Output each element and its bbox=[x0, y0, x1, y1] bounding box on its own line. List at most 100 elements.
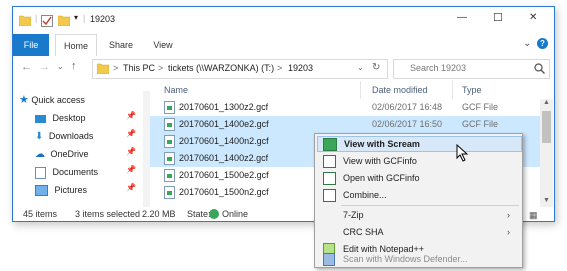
selection-size: 2.20 MB bbox=[142, 209, 176, 219]
cloud-icon: ☁ bbox=[35, 149, 45, 160]
star-icon: ★ bbox=[19, 94, 29, 106]
tab-home[interactable]: Home bbox=[55, 34, 97, 57]
up-button[interactable]: ↑ bbox=[71, 60, 77, 72]
menu-item-crc-sha[interactable]: CRC SHA › bbox=[317, 224, 520, 240]
scream-icon bbox=[323, 138, 337, 151]
sidebar-item-quick-access[interactable]: ★ Quick access bbox=[19, 91, 85, 109]
maximize-button[interactable]: ☐ bbox=[493, 11, 503, 24]
navigation-bar: ← → ⌄ ↑ > This PC > tickets (\\WARZONKA)… bbox=[13, 56, 554, 81]
menu-item-7-zip[interactable]: 7-Zip › bbox=[317, 207, 520, 223]
quick-access-dropdown-icon[interactable]: ▾ bbox=[74, 13, 78, 22]
column-header-type[interactable]: Type bbox=[462, 81, 482, 99]
menu-item-combine[interactable]: Combine... bbox=[317, 187, 520, 203]
pin-icon[interactable]: 📌 bbox=[126, 129, 136, 138]
file-list-scrollbar[interactable]: ▲ ▼ bbox=[540, 99, 553, 207]
minimize-button[interactable]: — bbox=[457, 12, 467, 23]
breadcrumb-tickets-drive[interactable]: tickets (\\WARZONKA) (T:) bbox=[168, 63, 274, 73]
menu-item-view-with-scream[interactable]: View with Scream bbox=[317, 136, 522, 152]
sidebar-item-onedrive[interactable]: ☁ OneDrive bbox=[35, 145, 89, 163]
menu-item-open-with-gcfinfo[interactable]: Open with GCFinfo bbox=[317, 170, 520, 186]
nav-scrollbar[interactable] bbox=[143, 91, 150, 207]
gcf-file-icon bbox=[164, 101, 175, 114]
pin-icon[interactable]: 📌 bbox=[126, 111, 136, 120]
menu-separator bbox=[341, 205, 519, 206]
desktop-icon bbox=[35, 114, 46, 123]
column-header-date-modified[interactable]: Date modified bbox=[372, 81, 428, 99]
file-row-selected[interactable]: 20170601_1400e2.gcf 02/06/2017 16:50 GCF… bbox=[150, 116, 540, 133]
pin-icon[interactable]: 📌 bbox=[126, 165, 136, 174]
large-icons-view-icon[interactable]: ▦ bbox=[529, 208, 538, 221]
properties-icon[interactable] bbox=[41, 15, 53, 27]
sidebar-item-documents[interactable]: Documents bbox=[35, 163, 98, 181]
folder-icon bbox=[19, 15, 31, 26]
scrollbar-thumb[interactable] bbox=[542, 111, 551, 143]
gcfinfo-icon bbox=[323, 155, 336, 168]
download-icon: ⬇ bbox=[35, 131, 44, 142]
sidebar-item-pictures[interactable]: Pictures bbox=[35, 181, 87, 199]
scroll-down-icon[interactable]: ▼ bbox=[543, 197, 550, 204]
sidebar-item-label: OneDrive bbox=[50, 149, 89, 159]
gcf-file-icon bbox=[164, 118, 175, 131]
pin-icon[interactable]: 📌 bbox=[126, 183, 136, 192]
sidebar-item-downloads[interactable]: ⬇ Downloads bbox=[35, 127, 93, 145]
breadcrumb-separator: > bbox=[158, 63, 164, 73]
file-name: 20170601_1400n2.gcf bbox=[179, 136, 269, 146]
submenu-arrow-icon: › bbox=[507, 227, 510, 237]
file-name: 20170601_1400z2.gcf bbox=[179, 153, 269, 163]
refresh-icon[interactable]: ↻ bbox=[372, 62, 380, 73]
menu-item-scan-with-windows-defender[interactable]: Scan with Windows Defender... bbox=[317, 251, 520, 267]
search-input[interactable]: Search 19203 bbox=[393, 59, 550, 79]
sidebar-item-label: Desktop bbox=[52, 113, 86, 123]
help-icon[interactable]: ? bbox=[537, 38, 548, 49]
item-count: 45 items bbox=[23, 209, 58, 219]
ribbon-expand-icon[interactable]: ⌄ bbox=[523, 38, 531, 49]
forward-button[interactable]: → bbox=[39, 61, 50, 73]
pin-icon[interactable]: 📌 bbox=[126, 147, 136, 156]
context-menu: View with Scream View with GCFinfo Open … bbox=[314, 133, 523, 268]
recent-locations-icon[interactable]: ⌄ bbox=[57, 62, 64, 71]
documents-icon bbox=[35, 166, 46, 179]
sidebar-item-label: Downloads bbox=[48, 131, 94, 141]
gcf-file-icon bbox=[164, 169, 175, 182]
column-divider[interactable] bbox=[360, 81, 361, 99]
file-type: GCF File bbox=[462, 119, 498, 129]
sidebar-item-desktop[interactable]: Desktop bbox=[35, 109, 86, 127]
column-divider[interactable] bbox=[452, 81, 453, 99]
breadcrumb-separator: > bbox=[113, 63, 119, 73]
menu-item-label: 7-Zip bbox=[343, 210, 364, 220]
ribbon-tabs: File Home Share View ⌄ ? bbox=[13, 34, 554, 57]
pictures-icon bbox=[35, 185, 48, 197]
menu-item-label: Combine... bbox=[343, 190, 387, 200]
submenu-arrow-icon: › bbox=[507, 210, 510, 220]
search-icon[interactable] bbox=[534, 63, 545, 74]
folder-icon bbox=[97, 63, 109, 74]
file-name: 20170601_1500e2.gcf bbox=[179, 170, 269, 180]
menu-item-view-with-gcfinfo[interactable]: View with GCFinfo bbox=[317, 153, 520, 169]
navigation-pane: ★ Quick access Desktop ⬇ Downloads ☁ One… bbox=[13, 91, 150, 209]
file-type: GCF File bbox=[462, 102, 498, 112]
address-box[interactable]: > This PC > tickets (\\WARZONKA) (T:) > … bbox=[92, 59, 388, 79]
file-name: 20170601_1400e2.gcf bbox=[179, 119, 269, 129]
close-button[interactable]: ✕ bbox=[529, 12, 537, 23]
tab-file[interactable]: File bbox=[13, 34, 49, 56]
back-button[interactable]: ← bbox=[21, 61, 32, 73]
address-dropdown-icon[interactable]: ⌄ bbox=[357, 63, 364, 72]
gcfinfo-icon bbox=[323, 172, 336, 185]
tab-share[interactable]: Share bbox=[101, 34, 141, 56]
sidebar-item-label: Documents bbox=[52, 167, 99, 177]
menu-item-label: View with GCFinfo bbox=[343, 156, 417, 166]
file-row[interactable]: 20170601_1300z2.gcf 02/06/2017 16:48 GCF… bbox=[150, 99, 540, 116]
tab-view[interactable]: View bbox=[143, 34, 183, 56]
breadcrumb-this-pc[interactable]: This PC bbox=[123, 63, 155, 73]
scroll-up-icon[interactable]: ▲ bbox=[543, 99, 550, 106]
menu-item-label: Open with GCFinfo bbox=[343, 173, 420, 183]
titlebar-divider-2: | bbox=[83, 13, 86, 23]
column-header-name[interactable]: Name bbox=[164, 81, 188, 99]
breadcrumb-19203[interactable]: 19203 bbox=[288, 63, 313, 73]
new-folder-icon[interactable] bbox=[58, 15, 70, 26]
breadcrumb-separator: > bbox=[277, 63, 283, 73]
sidebar-item-label: Quick access bbox=[31, 95, 85, 105]
file-date: 02/06/2017 16:50 bbox=[372, 119, 443, 129]
menu-item-label: CRC SHA bbox=[343, 227, 384, 237]
menu-item-label: Scan with Windows Defender... bbox=[343, 254, 468, 264]
